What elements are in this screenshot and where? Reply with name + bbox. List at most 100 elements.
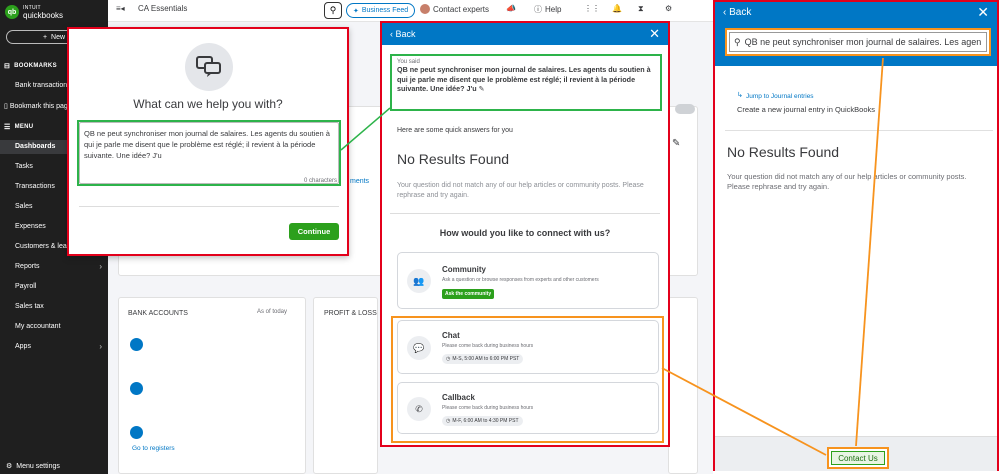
chat-bubbles-icon <box>185 43 233 91</box>
qb-logo-icon: qb <box>5 5 19 19</box>
right-card <box>668 297 698 474</box>
help-popup-title: What can we help you with? <box>133 97 283 111</box>
nav-item-tasks[interactable]: Tasks <box>15 163 33 170</box>
no-results-description: Your question did not match any of our h… <box>397 182 644 199</box>
business-feed-label: Business Feed <box>361 7 409 14</box>
business-feed-button[interactable]: ✦ Business Feed <box>346 3 416 18</box>
help-icon: ⓘ <box>534 5 542 14</box>
help-popup: What can we help you with? QB ne peut sy… <box>67 27 349 256</box>
no-results-heading: No Results Found <box>397 151 510 167</box>
right-close-icon[interactable]: ✕ <box>977 4 989 21</box>
new-button-label: New <box>51 33 66 41</box>
contact-experts-label: Contact experts <box>433 4 490 14</box>
menu-label: MENU <box>14 124 34 130</box>
nav-item-my-accountant[interactable]: My accountant <box>15 323 61 330</box>
reports-chevron-icon[interactable]: › <box>99 262 102 271</box>
megaphone-icon[interactable]: 📣 <box>506 4 516 13</box>
community-option-card[interactable]: 👥 Community Ask a question or browse res… <box>397 252 659 309</box>
menu-section-icon: ☰ <box>4 124 11 131</box>
quick-answers-label: Here are some quick answers for you <box>397 127 513 134</box>
help-button[interactable]: ⓘ Help <box>534 4 561 15</box>
nav-item-sales[interactable]: Sales <box>15 203 33 210</box>
nav-item-expenses[interactable]: Expenses <box>15 223 46 230</box>
you-said-text: QB ne peut synchroniser mon journal de s… <box>397 65 655 94</box>
menu-section: ☰ MENU <box>4 123 33 131</box>
nav-item-payroll[interactable]: Payroll <box>15 283 36 290</box>
help-label: Help <box>545 5 562 14</box>
company-name: CA Essentials <box>138 4 188 13</box>
reminders-icon[interactable]: ⧗ <box>638 4 644 14</box>
comments-link[interactable]: ments <box>350 178 369 185</box>
ask-community-button[interactable]: Ask the community <box>442 289 495 299</box>
top-bar: ≡◂ CA Essentials ⚲ ✦ Business Feed Conta… <box>108 0 734 22</box>
edit-pencil-icon[interactable]: ✎ <box>479 84 485 93</box>
chat-callback-highlight-orange <box>391 316 664 443</box>
quickbooks-logo[interactable]: qb INTUIT quickbooks <box>5 5 64 20</box>
character-count: 0 characters <box>303 178 337 184</box>
apps-chevron-icon[interactable]: › <box>99 342 102 351</box>
edit-pencil-icon[interactable]: ✎ <box>672 138 680 149</box>
menu-settings-link[interactable]: ⚙ Menu settings <box>6 462 60 471</box>
question-highlight-green <box>77 120 341 186</box>
nav-item-customers-leads[interactable]: Customers & leads <box>15 243 74 250</box>
jump-arrow-icon: ↳ <box>737 92 743 99</box>
bookmarks-section: ⊟ BOOKMARKS <box>4 62 57 70</box>
back-button[interactable]: ‹ Back <box>390 29 416 39</box>
right-divider <box>725 130 993 131</box>
nav-item-reports[interactable]: Reports <box>15 263 40 270</box>
nav-item-bookmark-this-page[interactable]: ▯ Bookmark this page <box>4 102 72 110</box>
assistant-divider <box>390 213 660 214</box>
right-no-results-description: Your question did not match any of our h… <box>727 172 967 191</box>
you-said-query: QB ne peut synchroniser mon journal de s… <box>397 65 651 93</box>
right-search-field[interactable]: ⚲ QB ne peut synchroniser mon journal de… <box>725 28 991 56</box>
search-results-panel: ‹ Back ✕ ⚲ QB ne peut synchroniser mon j… <box>713 0 999 471</box>
community-subtitle: Ask a question or browse responses from … <box>442 277 599 283</box>
profit-loss-title: PROFIT & LOSS <box>324 310 377 317</box>
card-icon <box>130 338 143 351</box>
jump-description: Create a new journal entry in QuickBooks <box>737 105 875 114</box>
continue-button[interactable]: Continue <box>289 223 339 240</box>
sparkle-icon: ✦ <box>353 7 359 15</box>
search-icon: ⚲ <box>734 36 741 47</box>
menu-settings-label: Menu settings <box>16 462 60 470</box>
you-said-box: You said QB ne peut synchroniser mon jou… <box>390 54 662 111</box>
bank-accounts-title: BANK ACCOUNTS <box>128 310 188 317</box>
connect-heading: How would you like to connect with us? <box>439 228 611 238</box>
toggle-switch[interactable] <box>675 104 695 114</box>
contact-us-button[interactable]: Contact Us <box>827 447 889 469</box>
gear-icon: ⚙ <box>6 463 13 470</box>
bank-icon <box>130 382 143 395</box>
bank-icon-2 <box>130 426 143 439</box>
as-of-today: As of today <box>257 309 288 315</box>
community-title: Community <box>442 265 486 274</box>
contact-us-label: Contact Us <box>831 451 885 465</box>
community-people-icon: 👥 <box>407 269 431 293</box>
search-icon[interactable]: ⚲ <box>324 2 342 19</box>
collapse-menu-icon[interactable]: ≡◂ <box>116 4 125 13</box>
bookmarks-label: BOOKMARKS <box>14 63 57 69</box>
bookmark-section-icon: ⊟ <box>4 63 11 70</box>
expert-avatar-icon <box>420 4 430 14</box>
close-icon[interactable]: ✕ <box>649 26 660 42</box>
settings-icon[interactable]: ⚙ <box>665 4 672 13</box>
nav-item-transactions[interactable]: Transactions <box>15 183 55 190</box>
nav-item-apps[interactable]: Apps <box>15 343 31 350</box>
right-back-label: Back <box>729 7 752 18</box>
contact-experts-button[interactable]: Contact experts <box>420 4 489 14</box>
logo-brand-text: quickbooks <box>23 11 64 20</box>
apps-grid-icon[interactable]: ⋮⋮ <box>584 4 600 13</box>
bookmark-icon: ▯ <box>4 103 8 110</box>
assistant-panel: ‹ Back ✕ You said QB ne peut synchronise… <box>380 21 670 447</box>
plus-icon: + <box>42 33 48 41</box>
nav-item-dashboards[interactable]: Dashboards <box>15 143 55 150</box>
assistant-header: ‹ Back ✕ <box>382 23 668 45</box>
profit-loss-card <box>313 297 378 474</box>
back-label: Back <box>395 29 416 39</box>
bookmark-this-page-label: Bookmark this page <box>9 103 72 110</box>
nav-item-sales-tax[interactable]: Sales tax <box>15 303 44 310</box>
jump-to-journal-link[interactable]: Jump to Journal entries <box>746 93 814 100</box>
go-to-registers-link[interactable]: Go to registers <box>132 445 175 452</box>
right-back-button[interactable]: ‹ Back <box>723 7 751 18</box>
notifications-icon[interactable]: 🔔 <box>612 4 622 13</box>
nav-item-bank-transactions[interactable]: Bank transactions <box>15 82 71 89</box>
